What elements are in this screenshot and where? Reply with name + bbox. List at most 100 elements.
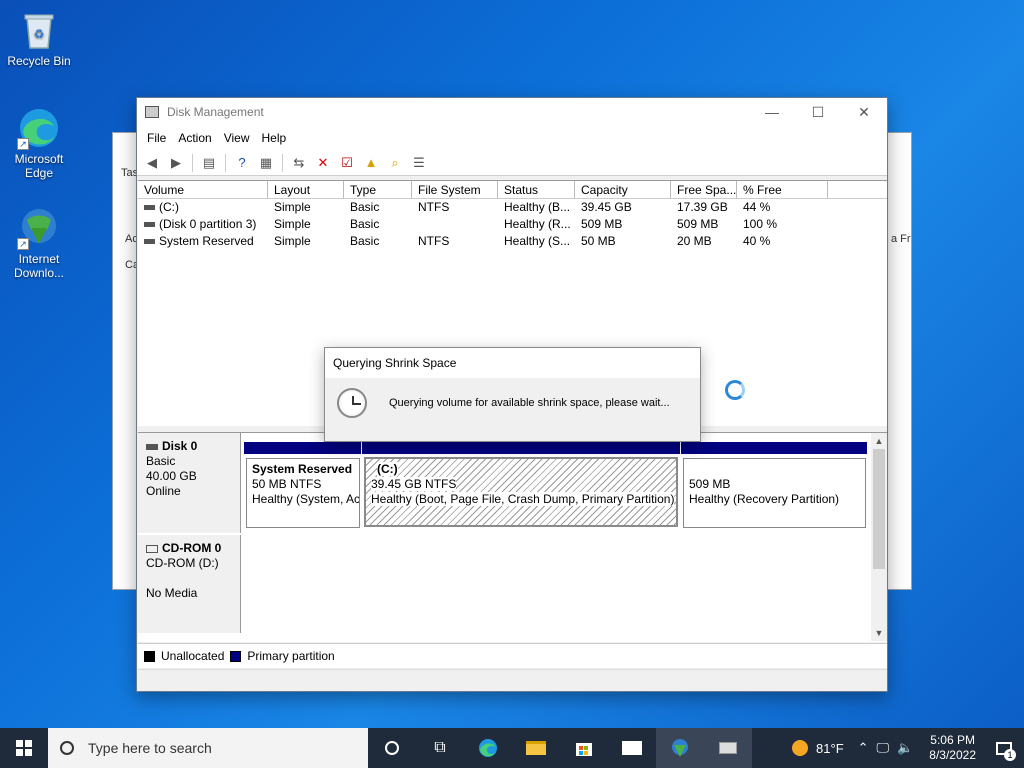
svg-text:♻: ♻	[34, 27, 45, 41]
volume-name: System Reserved	[159, 234, 254, 248]
partition-recovery[interactable]: 509 MB Healthy (Recovery Partition)	[683, 458, 866, 528]
status-cell: Healthy (B...	[504, 200, 571, 214]
status-cell: Healthy (R...	[504, 217, 571, 231]
menu-help[interactable]: Help	[256, 131, 293, 145]
maximize-button[interactable]: ☐	[795, 98, 841, 126]
partition-status: Healthy (Boot, Page File, Crash Dump, Pr…	[371, 492, 675, 506]
layout-cell: Simple	[274, 234, 311, 248]
column-header-free-space[interactable]: Free Spa...	[671, 181, 737, 198]
type-cell: Basic	[350, 234, 380, 248]
volume-list-header: Volume Layout Type File System Status Ca…	[138, 181, 887, 199]
loading-spinner-icon	[725, 380, 745, 400]
disk-0-label[interactable]: Disk 0 Basic 40.00 GB Online	[138, 433, 241, 533]
disk-management-app-icon	[145, 106, 159, 118]
desktop-icon-microsoft-edge[interactable]: ↗ Microsoft Edge	[1, 106, 77, 180]
list-view-icon[interactable]: ☰	[408, 153, 430, 173]
type-cell: Basic	[350, 217, 380, 231]
back-arrow-icon[interactable]: ◀	[141, 153, 163, 173]
scroll-up-arrow-icon[interactable]: ▲	[871, 433, 887, 449]
free-space-cell: 20 MB	[677, 234, 712, 248]
help-icon[interactable]: ?	[231, 153, 253, 173]
partition-c-drive[interactable]: (C:) 39.45 GB NTFS Healthy (Boot, Page F…	[364, 457, 678, 527]
title-bar[interactable]: Disk Management — ☐ ✕	[137, 98, 887, 126]
menu-file[interactable]: File	[141, 131, 172, 145]
cdrom-drive: CD-ROM (D:)	[146, 556, 219, 570]
partition-system-reserved[interactable]: System Reserved 50 MB NTFS Healthy (Syst…	[246, 458, 360, 528]
clock-time: 5:06 PM	[930, 733, 975, 747]
free-space-cell: 509 MB	[677, 217, 719, 231]
cortana-icon[interactable]	[368, 728, 416, 768]
partition-bar	[362, 442, 680, 454]
search-folder-icon[interactable]: ⌕	[384, 153, 406, 173]
network-icon[interactable]: 🖵	[877, 740, 890, 756]
desktop-icon-internet-download-manager[interactable]: ↗ Internet Downlo...	[1, 206, 77, 280]
column-header-percent-free[interactable]: % Free	[737, 181, 828, 198]
toolbar-separator	[225, 153, 226, 172]
weather-sun-icon[interactable]	[792, 740, 809, 756]
search-placeholder: Type here to search	[88, 740, 212, 756]
legend-label-unallocated: Unallocated	[161, 649, 225, 663]
file-system-cell	[412, 216, 498, 233]
show-hidden-icons-icon[interactable]: ⌃	[858, 740, 869, 756]
forward-arrow-icon[interactable]: ▶	[165, 153, 187, 173]
internet-download-manager-icon: ↗	[17, 206, 61, 250]
shortcut-arrow-icon: ↗	[17, 138, 29, 150]
legend: Unallocated Primary partition	[138, 643, 887, 668]
disk-management-taskbar-icon[interactable]	[704, 728, 752, 768]
taskbar: Type here to search ⧉ 81°F ⌃ 🖵 🔈 5:06 PM…	[0, 728, 1024, 768]
clock-icon	[337, 388, 367, 418]
table-row[interactable]: (Disk 0 partition 3) Simple Basic Health…	[138, 216, 887, 233]
percent-free-cell: 40 %	[743, 234, 771, 248]
show-hide-console-tree-icon[interactable]: ▤	[198, 153, 220, 173]
desktop-icon-label: Internet Downlo...	[13, 252, 65, 280]
weather-temperature[interactable]: 81°F	[816, 741, 844, 756]
desktop-icon-recycle-bin[interactable]: ♻ Recycle Bin	[1, 8, 77, 68]
drive-icon	[144, 222, 155, 228]
folder-up-icon[interactable]: ▲	[360, 153, 382, 173]
type-cell: Basic	[350, 200, 380, 214]
internet-download-manager-taskbar-icon[interactable]	[656, 728, 704, 768]
scrollbar-thumb[interactable]	[873, 449, 885, 569]
shortcut-arrow-icon: ↗	[17, 238, 29, 250]
disk-state: Online	[146, 484, 181, 498]
notifications-icon[interactable]: 1	[984, 728, 1024, 768]
taskbar-clock[interactable]: 5:06 PM 8/3/2022	[921, 733, 984, 763]
partition-status: Healthy (System, Ac	[252, 492, 360, 506]
querying-shrink-space-dialog[interactable]: Querying Shrink Space Querying volume fo…	[324, 347, 701, 442]
table-row[interactable]: (C:) Simple Basic NTFS Healthy (B... 39.…	[138, 199, 887, 216]
scroll-down-arrow-icon[interactable]: ▼	[871, 625, 887, 641]
column-header-status[interactable]: Status	[498, 181, 575, 198]
layout-cell: Simple	[274, 200, 311, 214]
table-row[interactable]: System Reserved Simple Basic NTFS Health…	[138, 233, 887, 250]
column-header-type[interactable]: Type	[344, 181, 412, 198]
mail-icon[interactable]	[608, 728, 656, 768]
properties-icon[interactable]: ▦	[255, 153, 277, 173]
percent-free-cell: 100 %	[743, 217, 778, 231]
search-icon	[60, 741, 74, 755]
column-header-file-system[interactable]: File System	[412, 181, 498, 198]
windows-logo-icon	[16, 740, 32, 756]
free-space-cell: 17.39 GB	[677, 200, 728, 214]
disk-map-scrollbar[interactable]: ▲ ▼	[871, 433, 887, 641]
volume-muted-icon[interactable]: 🔈	[897, 740, 913, 756]
microsoft-store-icon[interactable]	[560, 728, 608, 768]
cdrom-0-label[interactable]: CD-ROM 0 CD-ROM (D:) No Media	[138, 535, 241, 633]
menu-action[interactable]: Action	[172, 131, 217, 145]
column-header-layout[interactable]: Layout	[268, 181, 344, 198]
checklist-icon[interactable]: ☑	[336, 153, 358, 173]
close-button[interactable]: ✕	[841, 98, 887, 126]
connect-icon[interactable]: ⇆	[288, 153, 310, 173]
taskbar-search-box[interactable]: Type here to search	[48, 728, 368, 768]
edge-taskbar-icon[interactable]	[464, 728, 512, 768]
file-explorer-icon[interactable]	[512, 728, 560, 768]
menu-view[interactable]: View	[218, 131, 256, 145]
column-header-volume[interactable]: Volume	[138, 181, 268, 198]
layout-cell: Simple	[274, 217, 311, 231]
desktop-icon-label: Microsoft Edge	[14, 152, 64, 180]
column-header-capacity[interactable]: Capacity	[575, 181, 671, 198]
task-view-icon[interactable]: ⧉	[416, 728, 464, 768]
start-button[interactable]	[0, 728, 48, 768]
minimize-button[interactable]: —	[749, 98, 795, 126]
volume-name: (Disk 0 partition 3)	[159, 217, 257, 231]
delete-icon[interactable]: ✕	[312, 153, 334, 173]
